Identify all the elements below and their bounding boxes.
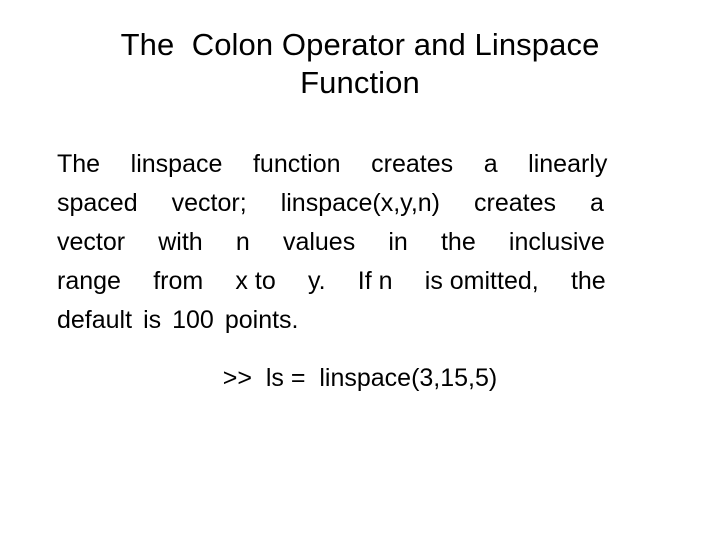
- title-line-2: Function: [300, 65, 420, 100]
- body-word: points.: [224, 306, 299, 334]
- title-line-1: The Colon Operator and Linspace: [120, 27, 600, 62]
- body-word: creates: [474, 189, 557, 217]
- body-word: n: [235, 228, 250, 256]
- body-word: default: [57, 306, 133, 334]
- body-word: function: [252, 150, 341, 178]
- body-word: inclusive: [508, 228, 605, 256]
- body-paragraph: The linspace function creates a linearly…: [57, 145, 638, 340]
- code-example-block: >> ls = linspace(3,15,5): [40, 362, 680, 394]
- code-example-line: >> ls = linspace(3,15,5): [222, 364, 498, 392]
- body-word: The: [57, 150, 101, 178]
- body-word: the: [570, 267, 606, 295]
- slide-canvas: The Colon Operator and Linspace Function…: [0, 0, 720, 540]
- body-word: y.: [307, 267, 326, 295]
- body-word: creates: [371, 150, 454, 178]
- body-line: range from x to y. If n is omitted, the: [57, 262, 638, 301]
- body-word: 100: [172, 306, 214, 334]
- body-line: The linspace function creates a linearly: [57, 145, 638, 184]
- body-line: spaced vector; linspace(x,y,n) creates a: [57, 184, 638, 223]
- body-word: the: [440, 228, 476, 256]
- body-word: values: [282, 228, 356, 256]
- body-word: linspace: [130, 150, 223, 178]
- body-line: default is 100 points.: [57, 301, 638, 340]
- body-word: range: [57, 267, 121, 295]
- body-word: spaced: [57, 189, 138, 217]
- body-word: from: [153, 267, 204, 295]
- body-word: linspace(x,y,n): [280, 189, 441, 217]
- body-word: If n: [357, 267, 393, 295]
- body-word: is: [143, 306, 162, 334]
- body-word: vector;: [171, 189, 247, 217]
- body-word: x to: [235, 267, 276, 295]
- body-word: is omitted,: [424, 267, 539, 295]
- body-word: a: [483, 150, 498, 178]
- body-line: vector with n values in the inclusive: [57, 223, 638, 262]
- body-word: a: [590, 189, 604, 217]
- body-word: vector: [57, 228, 126, 256]
- page-title: The Colon Operator and Linspace Function: [40, 26, 680, 102]
- body-word: in: [388, 228, 408, 256]
- body-word: linearly: [528, 150, 608, 178]
- body-word: with: [158, 228, 203, 256]
